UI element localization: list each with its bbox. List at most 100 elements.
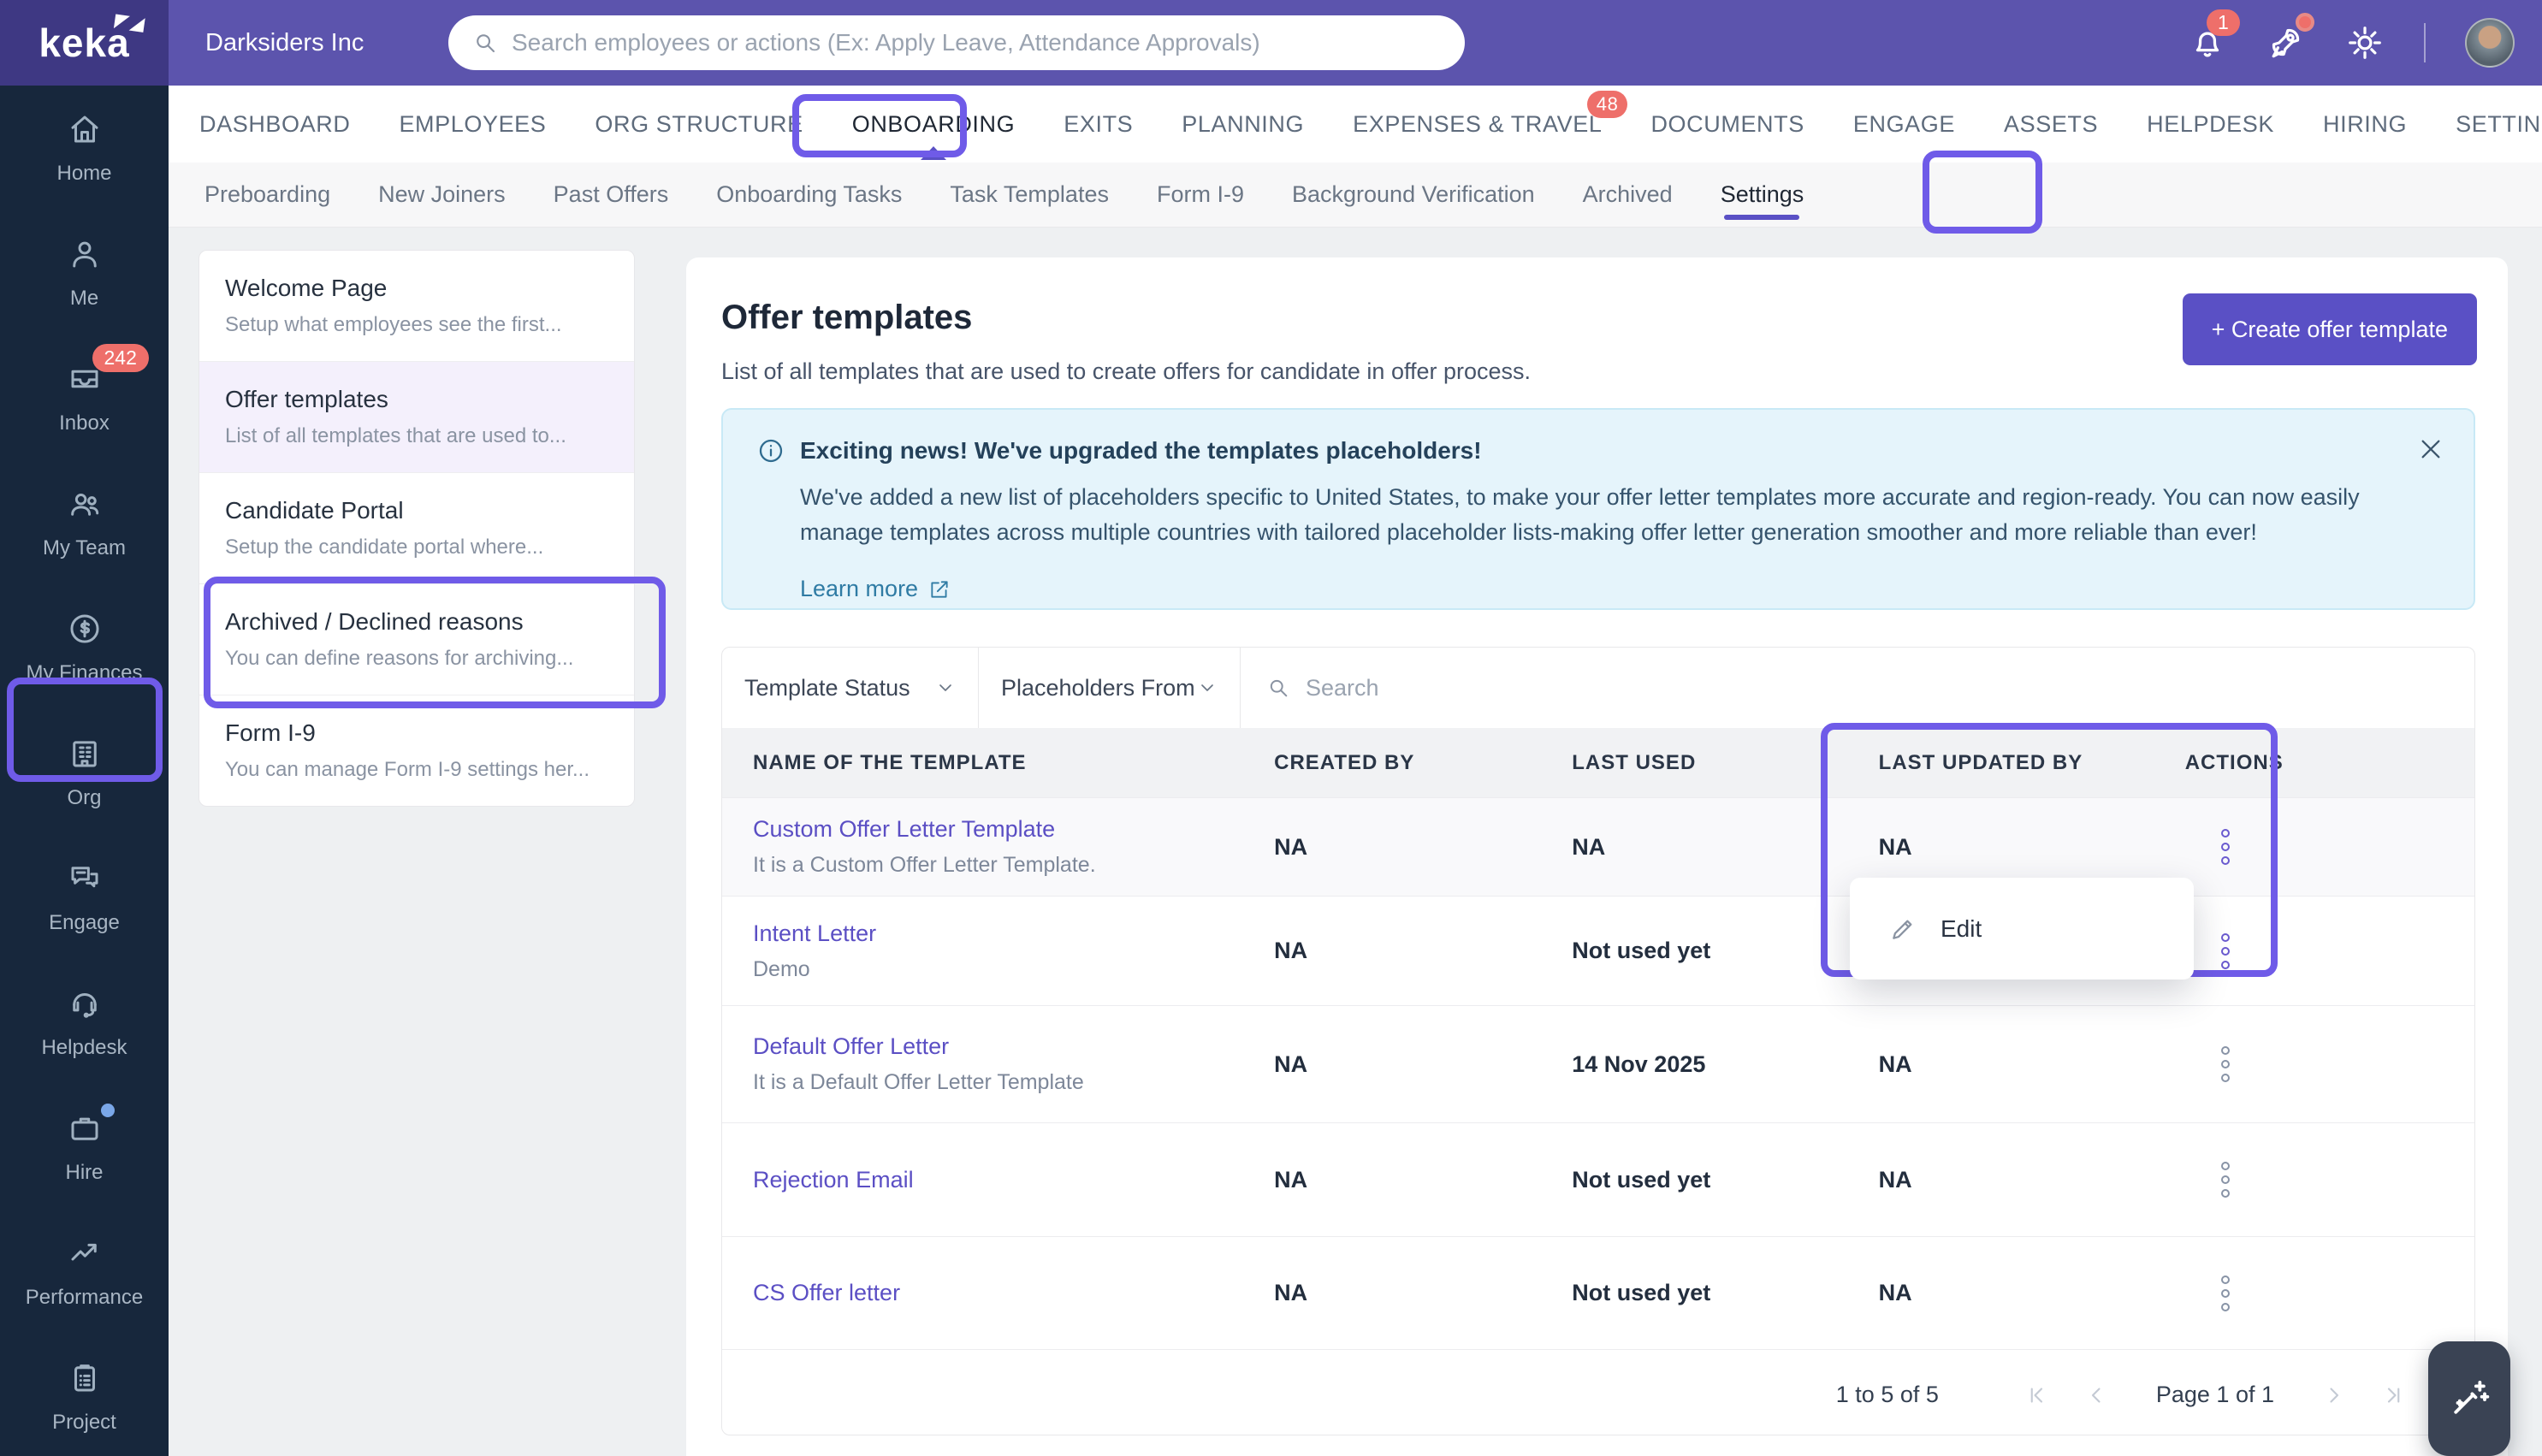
settings-menu-item-archived-declined-reasons[interactable]: Archived / Declined reasons You can defi…: [199, 583, 634, 695]
last-used-value: Not used yet: [1572, 938, 1711, 963]
template-name-link[interactable]: Custom Offer Letter Template: [753, 816, 1274, 843]
tab-label: DOCUMENTS: [1650, 110, 1804, 137]
template-name-link[interactable]: CS Offer letter: [753, 1280, 1274, 1306]
tab-engage[interactable]: ENGAGE: [1853, 86, 1955, 163]
sidebar-item-engage[interactable]: Engage: [0, 861, 169, 935]
prev-page-button[interactable]: [2084, 1382, 2110, 1408]
tab-assets[interactable]: ASSETS: [2004, 86, 2098, 163]
tab-label: EXITS: [1064, 110, 1134, 137]
tab-label: EXPENSES & TRAVEL: [1353, 110, 1603, 137]
keka-app: keka ◤◢ Home Me 242 Inbox My Team My Fin…: [0, 0, 2542, 1456]
settings-menu-item-welcome-page[interactable]: Welcome Page Setup what employees see th…: [199, 251, 634, 361]
tab-label: HIRING: [2323, 110, 2408, 137]
subtab-form-i-9[interactable]: Form I-9: [1157, 163, 1244, 227]
sidebar-item-label: Org: [67, 786, 102, 809]
col-header-actions: ACTIONS: [2184, 750, 2284, 774]
tab-exits[interactable]: EXITS: [1064, 86, 1133, 163]
learn-more-link[interactable]: Learn more: [800, 576, 951, 602]
pagination-page-label: Page 1 of 1: [2155, 1382, 2274, 1407]
template-status-label: Template Status: [744, 674, 910, 701]
placeholders-from-filter[interactable]: Placeholders From: [979, 648, 1241, 728]
subtab-label: Preboarding: [204, 181, 331, 207]
tab-planning[interactable]: PLANNING: [1182, 86, 1304, 163]
settings-menu-item-form-i-9[interactable]: Form I-9 You can manage Form I-9 setting…: [199, 695, 634, 806]
tab-label: SETTINGS: [2456, 110, 2542, 137]
tab-label: PLANNING: [1182, 110, 1305, 137]
settings-item-subtitle: Setup what employees see the first...: [225, 313, 562, 336]
search-icon: [477, 34, 495, 53]
search-icon: [1270, 679, 1288, 697]
global-search-input[interactable]: Search employees or actions (Ex: Apply L…: [448, 15, 1465, 70]
last-page-button[interactable]: [2380, 1382, 2406, 1408]
row-actions-kebab-button[interactable]: [2220, 932, 2235, 969]
offer-templates-panel: Offer templates List of all templates th…: [686, 257, 2508, 1456]
row-actions-kebab-button[interactable]: [2220, 1275, 2235, 1311]
subtab-label: Task Templates: [950, 181, 1109, 207]
row-context-menu[interactable]: Edit: [1850, 878, 2194, 980]
whats-new-button[interactable]: [2266, 13, 2314, 62]
active-tab-indicator: [920, 146, 946, 160]
tab-settings[interactable]: SETTINGS: [2456, 86, 2542, 163]
table-header-row: NAME OF THE TEMPLATE CREATED BY LAST USE…: [722, 728, 2474, 797]
sidebar-item-org[interactable]: Org: [0, 736, 169, 810]
settings-button[interactable]: [2345, 23, 2385, 62]
user-avatar[interactable]: [2465, 18, 2515, 68]
col-header-created-by: CREATED BY: [1274, 750, 1415, 774]
logo-block[interactable]: keka ◤◢: [0, 0, 169, 86]
row-actions-kebab-button[interactable]: [2220, 1162, 2235, 1198]
subtab-task-templates[interactable]: Task Templates: [950, 163, 1109, 227]
sidebar-item-hire[interactable]: Hire: [0, 1104, 169, 1185]
sidebar-item-my-finances[interactable]: My Finances: [0, 611, 169, 685]
logo-sparkle-icon: ◤◢: [113, 9, 147, 35]
sidebar-item-label: Engage: [49, 911, 120, 934]
template-name-link[interactable]: Intent Letter: [753, 920, 1274, 947]
topbar-divider: [2424, 23, 2426, 62]
first-page-button[interactable]: [2024, 1382, 2050, 1408]
sidebar-item-label: Hire: [65, 1161, 104, 1184]
sidebar-item-my-team[interactable]: My Team: [0, 486, 169, 560]
sidebar-item-inbox[interactable]: 242 Inbox: [0, 344, 169, 435]
subtab-new-joiners[interactable]: New Joiners: [378, 163, 506, 227]
notifications-button[interactable]: 1: [2188, 9, 2240, 62]
sidebar-item-performance[interactable]: Performance: [0, 1235, 169, 1310]
sidebar-item-home[interactable]: Home: [0, 111, 169, 186]
subtab-background-verification[interactable]: Background Verification: [1292, 163, 1535, 227]
tab-expenses-travel[interactable]: EXPENSES & TRAVEL 48: [1353, 86, 1628, 163]
settings-menu-item-candidate-portal[interactable]: Candidate Portal Setup the candidate por…: [199, 472, 634, 583]
next-page-button[interactable]: [2320, 1382, 2346, 1408]
template-description: It is a Custom Offer Letter Template.: [753, 853, 1096, 877]
row-actions-kebab-button[interactable]: [2220, 829, 2235, 865]
subtab-preboarding[interactable]: Preboarding: [204, 163, 330, 227]
subtab-label: Archived: [1582, 181, 1673, 207]
tab-org-structure[interactable]: ORG STRUCTURE: [595, 86, 803, 163]
table-search-input[interactable]: Search: [1241, 648, 2474, 728]
subtab-past-offers[interactable]: Past Offers: [554, 163, 669, 227]
create-offer-template-button[interactable]: + Create offer template: [2182, 293, 2477, 365]
team-icon: [70, 494, 98, 516]
sidebar-item-project[interactable]: Project: [0, 1360, 169, 1435]
sidebar-item-label: Performance: [25, 1286, 144, 1309]
row-actions-kebab-button[interactable]: [2220, 1046, 2235, 1082]
tab-documents[interactable]: DOCUMENTS: [1650, 86, 1804, 163]
tab-employees[interactable]: EMPLOYEES: [399, 86, 546, 163]
table-row: Default Offer Letter It is a Default Off…: [722, 1005, 2474, 1122]
sidebar-item-label: Project: [52, 1411, 116, 1434]
tab-label: DASHBOARD: [199, 110, 351, 137]
sidebar-item-me[interactable]: Me: [0, 236, 169, 311]
tab-hiring[interactable]: HIRING: [2323, 86, 2407, 163]
sidebar-item-helpdesk[interactable]: Helpdesk: [0, 985, 169, 1060]
tab-helpdesk[interactable]: HELPDESK: [2147, 86, 2274, 163]
banner-close-button[interactable]: [2417, 435, 2444, 463]
template-status-filter[interactable]: Template Status: [722, 648, 979, 728]
tab-dashboard[interactable]: DASHBOARD: [199, 86, 350, 163]
subtab-settings[interactable]: Settings: [1721, 163, 1804, 227]
subtab-archived[interactable]: Archived: [1583, 163, 1673, 227]
tab-label: ONBOARDING: [851, 110, 1016, 137]
tab-onboarding[interactable]: ONBOARDING: [852, 86, 1016, 163]
global-search-placeholder: Search employees or actions (Ex: Apply L…: [512, 29, 1260, 56]
template-name-link[interactable]: Default Offer Letter: [753, 1033, 1274, 1060]
ai-assistant-button[interactable]: [2428, 1341, 2510, 1456]
subtab-onboarding-tasks[interactable]: Onboarding Tasks: [716, 163, 902, 227]
settings-menu-item-offer-templates[interactable]: Offer templates List of all templates th…: [199, 361, 634, 472]
template-name-link[interactable]: Rejection Email: [753, 1167, 1274, 1193]
